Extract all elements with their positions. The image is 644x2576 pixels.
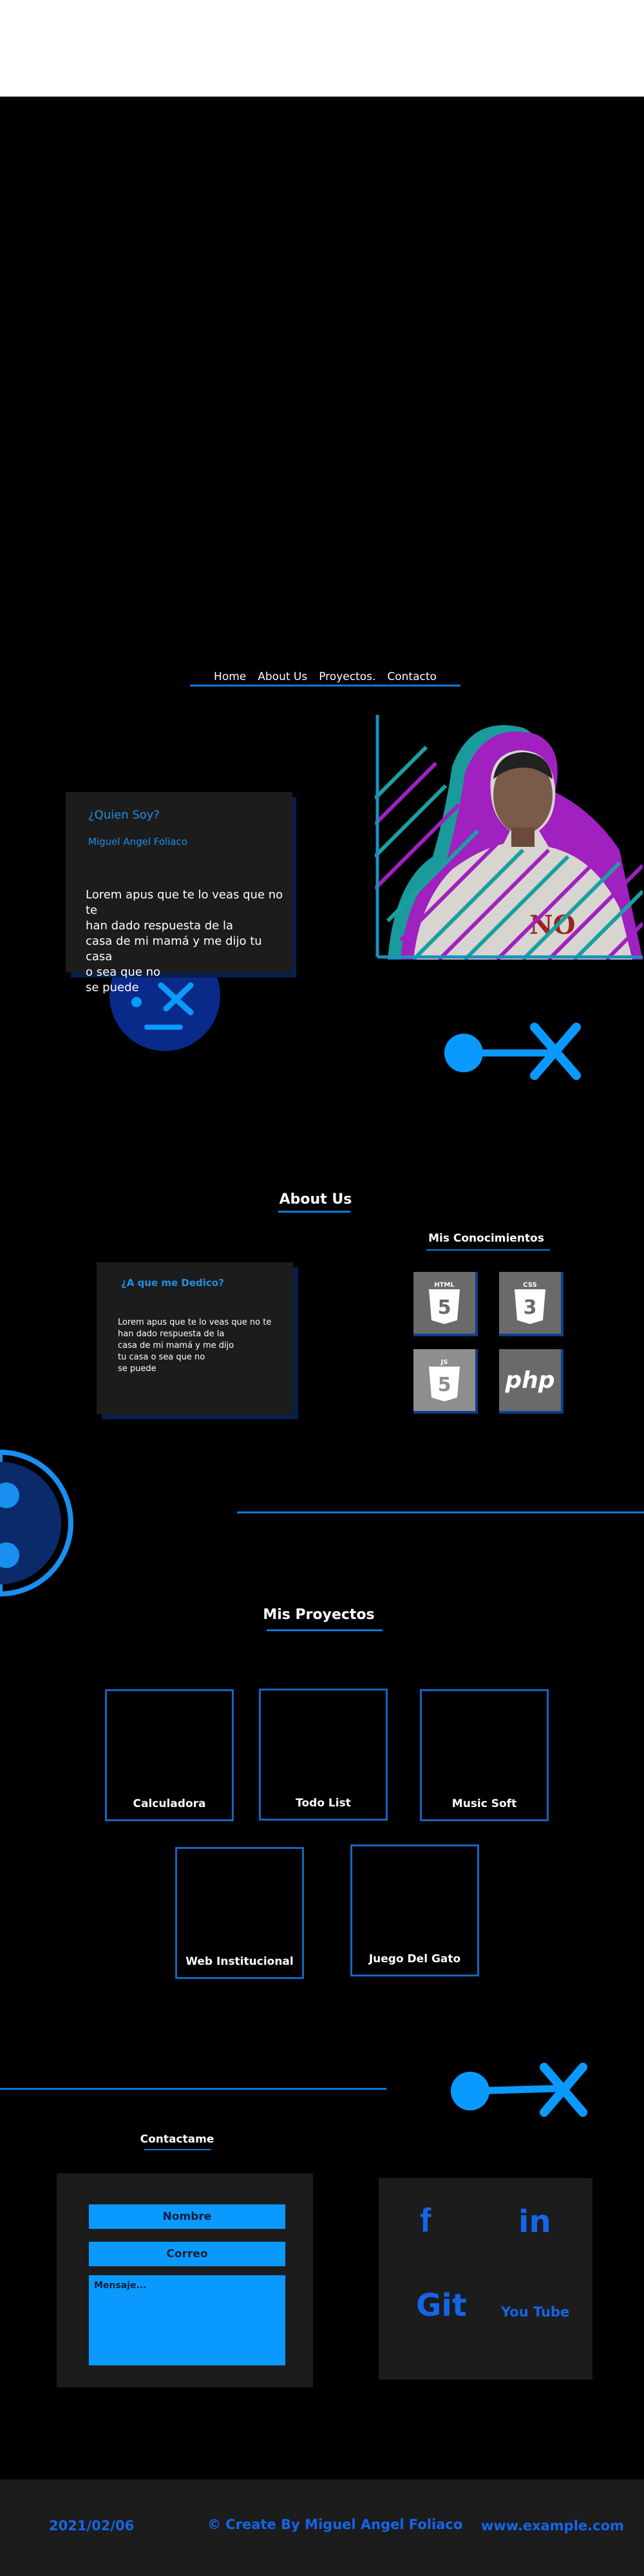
nav-contact[interactable]: Contacto [387,670,437,685]
js-icon: JS 5 [413,1349,478,1414]
nav-home[interactable]: Home [214,670,246,685]
css3-icon: CSS 3 [499,1272,564,1336]
main-nav: Home About Us Proyectos. Contacto [190,670,460,687]
hero-heading: ¿Quien Soy? [88,808,160,822]
project-title: Juego Del Gato [368,1953,461,1965]
about-title: About Us [279,1191,352,1208]
about-title-underline [278,1211,350,1213]
php-icon: php [499,1349,564,1414]
dot-x-decoration [451,2063,587,2117]
html5-icon: HTML 5 [413,1272,478,1336]
contact-title-underline [144,2149,211,2150]
profile-photo: NO [375,715,643,960]
email-field[interactable]: Correo [89,2242,285,2266]
github-icon[interactable]: Git [416,2287,467,2324]
knowledge-underline [426,1249,550,1251]
svg-text:3: 3 [524,1296,537,1319]
nav-projects[interactable]: Proyectos. [319,670,375,685]
divider-line [0,2088,386,2090]
project-title: Todo List [296,1797,351,1810]
css-label: CSS [523,1282,536,1289]
about-card-text: Lorem apus que te lo veas que no te han … [118,1318,272,1374]
project-card[interactable]: Todo List [259,1689,388,1821]
linkedin-icon[interactable]: in [518,2204,551,2240]
hero-text: Lorem apus que te lo veas que no te han … [86,888,283,994]
hero-name: Miguel Angel Foliaco [88,836,187,848]
project-card[interactable]: Web Institucional [175,1847,304,1979]
dot-x-decoration [444,1023,581,1080]
project-card[interactable]: Calculadora [105,1689,234,1821]
name-field[interactable]: Nombre [89,2204,285,2229]
youtube-icon[interactable]: You Tube [501,2304,569,2320]
footer-credit: © Create By Miguel Angel Foliaco [207,2517,463,2532]
html-label: HTML [434,1282,455,1289]
project-card[interactable]: Music Soft [420,1689,549,1821]
nav-about[interactable]: About Us [258,670,307,685]
message-field[interactable]: Mensaje... [89,2275,285,2365]
divider-line [237,1511,644,1513]
project-title: Calculadora [133,1797,206,1810]
projects-title-underline [267,1629,383,1631]
php-label: php [505,1367,555,1394]
project-title: Web Institucional [185,1955,294,1968]
knowledge-title: Mis Conocimientos [428,1232,544,1245]
svg-text:5: 5 [438,1296,451,1319]
about-card-heading: ¿A que me Dedico? [121,1277,224,1289]
half-face-decoration [0,1449,73,1597]
facebook-icon[interactable]: f [420,2201,431,2240]
project-card[interactable]: Juego Del Gato [350,1844,479,1976]
top-banner [0,0,644,97]
projects-title: Mis Proyectos [263,1607,375,1623]
project-title: Music Soft [451,1797,517,1810]
footer-site-link[interactable]: www.example.com [481,2518,624,2533]
social-links [379,2178,592,2380]
footer-date: 2021/02/06 [49,2518,135,2533]
contact-title: Contactame [140,2133,214,2146]
js-label: JS [440,1359,448,1366]
svg-text:5: 5 [438,1374,451,1396]
